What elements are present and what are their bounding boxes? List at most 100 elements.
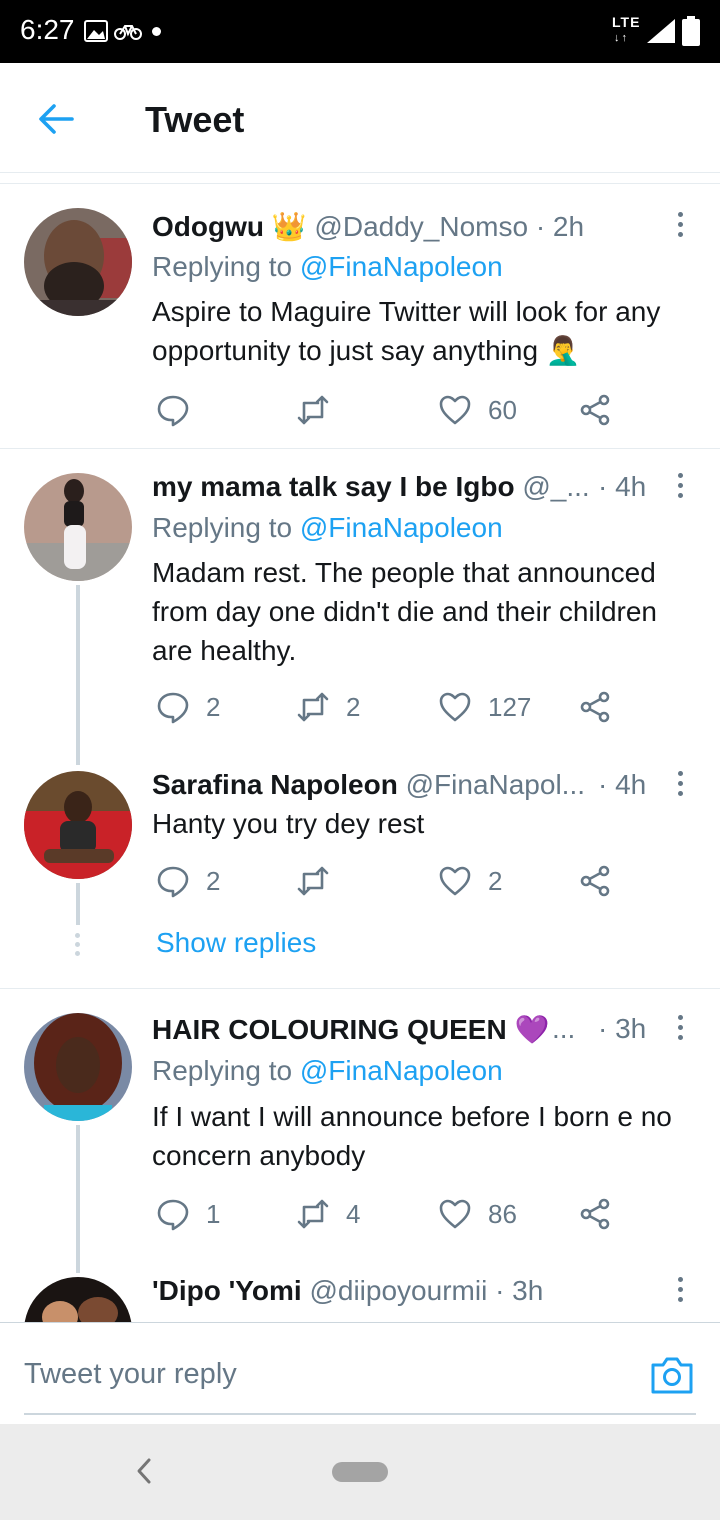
battery-icon — [682, 16, 700, 46]
conversation-thread: my mama talk say I be Igbo @_... · 4h Re… — [0, 449, 720, 988]
tweet-time: · 4h — [598, 471, 647, 502]
display-name[interactable]: HAIR COLOURING QUEEN — [152, 1014, 507, 1045]
avatar[interactable] — [24, 1277, 132, 1322]
more-icon[interactable] — [672, 210, 688, 240]
like-button[interactable]: 86 — [438, 1194, 517, 1234]
tweet-actions: 2 2 — [152, 861, 622, 901]
tweet-text: If I want I will announce before I born … — [152, 1101, 672, 1171]
back-arrow-icon[interactable] — [36, 99, 76, 139]
avatar[interactable] — [24, 208, 132, 316]
nav-back-icon[interactable] — [134, 1457, 154, 1485]
share-button[interactable] — [578, 1194, 612, 1234]
retweet-count: 2 — [346, 691, 361, 722]
thread-line — [76, 585, 80, 765]
tweet-header: Sarafina Napoleon @FinaNapol... — [152, 769, 608, 801]
share-button[interactable] — [578, 390, 612, 430]
reply-count: 1 — [206, 1198, 221, 1229]
retweet-icon — [297, 866, 329, 896]
tweet-text: Madam rest. The people that announced fr… — [152, 557, 657, 666]
user-handle[interactable]: @FinaNapol... — [406, 769, 585, 800]
like-icon — [439, 395, 471, 425]
replying-mention[interactable]: @FinaNapoleon — [300, 512, 503, 543]
display-name[interactable]: Sarafina Napoleon — [152, 769, 398, 800]
avatar[interactable] — [24, 771, 132, 879]
retweet-button[interactable] — [296, 390, 346, 430]
like-button[interactable]: 60 — [438, 390, 517, 430]
replying-to: Replying to @FinaNapoleon — [152, 512, 503, 544]
tweet-header: 'Dipo 'Yomi @diipoyourmii · 3h — [152, 1275, 664, 1307]
thread-line — [76, 883, 80, 925]
tweet-actions: 60 — [152, 390, 622, 430]
camera-icon[interactable] — [650, 1355, 694, 1395]
user-handle[interactable]: @diipoyourmii — [309, 1275, 487, 1306]
replying-prefix: Replying to — [152, 512, 293, 543]
user-handle[interactable]: ... — [552, 1013, 575, 1045]
share-icon — [580, 1198, 610, 1230]
display-name[interactable]: my mama talk say I be Igbo — [152, 471, 515, 502]
replying-mention[interactable]: @FinaNapoleon — [300, 1055, 503, 1086]
replying-prefix: Replying to — [152, 1055, 293, 1086]
tweet-odogwu[interactable]: Odogwu 👑 @Daddy_Nomso · 2h Replying to @… — [0, 184, 720, 448]
reply-button[interactable]: 2 — [156, 861, 220, 901]
tweet-time: · 2h — [535, 211, 585, 242]
like-button[interactable]: 127 — [438, 687, 531, 727]
purple-heart-emoji: 💜 — [514, 1014, 550, 1045]
tweet-header: my mama talk say I be Igbo @_... — [152, 471, 608, 503]
home-pill[interactable] — [332, 1462, 388, 1482]
notification-dot — [152, 27, 161, 36]
retweet-button[interactable] — [296, 861, 346, 901]
network-type: LTE — [612, 14, 641, 30]
replying-mention[interactable]: @FinaNapoleon — [300, 251, 503, 282]
user-handle[interactable]: @Daddy_Nomso — [314, 211, 528, 242]
replying-to: Replying to @FinaNapoleon — [152, 251, 503, 283]
reply-button[interactable]: 2 — [156, 687, 220, 727]
reply-button[interactable] — [156, 390, 206, 430]
like-button[interactable]: 2 — [438, 861, 502, 901]
tweet-time: · 3h — [495, 1275, 544, 1306]
user-handle[interactable]: @_... — [522, 471, 589, 502]
reply-icon — [157, 866, 189, 898]
replying-to: Replying to @FinaNapoleon — [152, 1055, 503, 1087]
share-icon — [580, 691, 610, 723]
share-button[interactable] — [578, 687, 612, 727]
display-name[interactable]: Odogwu — [152, 211, 264, 242]
retweet-button[interactable]: 4 — [296, 1194, 360, 1234]
reply-icon — [157, 395, 189, 427]
like-count: 86 — [488, 1198, 517, 1229]
share-icon — [580, 394, 610, 426]
reply-button[interactable]: 1 — [156, 1194, 220, 1234]
crown-emoji: 👑 — [271, 211, 307, 242]
like-count: 60 — [488, 394, 517, 425]
retweet-button[interactable]: 2 — [296, 687, 360, 727]
more-icon[interactable] — [672, 471, 688, 501]
avatar[interactable] — [24, 473, 132, 581]
share-button[interactable] — [578, 861, 612, 901]
tweet-actions: 1 4 86 — [152, 1194, 622, 1234]
tweet-time: · 4h — [598, 769, 647, 800]
reply-input-underline — [24, 1413, 696, 1415]
header-separator — [0, 174, 720, 184]
display-name[interactable]: 'Dipo 'Yomi — [152, 1275, 302, 1306]
tweet-actions: 2 2 127 — [152, 687, 622, 727]
more-icon[interactable] — [672, 1275, 688, 1305]
reply-count: 2 — [206, 691, 221, 722]
signal-icon — [647, 19, 675, 43]
network-arrows: ↓↑ — [614, 32, 629, 44]
tweet-text: Hanty you try dey rest — [152, 808, 425, 839]
avatar[interactable] — [24, 1013, 132, 1121]
retweet-count: 4 — [346, 1198, 361, 1229]
retweet-icon — [297, 692, 329, 722]
image-notification-icon — [84, 20, 108, 42]
show-replies-link[interactable]: Show replies — [156, 927, 316, 959]
tweet-text: Aspire to Maguire Twitter will look for … — [152, 296, 661, 366]
reply-input[interactable] — [24, 1351, 624, 1397]
reply-bar — [0, 1322, 720, 1424]
tweet-hair-queen[interactable]: HAIR COLOURING QUEEN 💜 ... · 3h Replying… — [0, 989, 720, 1322]
status-time: 6:27 — [20, 14, 75, 45]
bike-icon — [114, 25, 142, 40]
more-icon[interactable] — [672, 769, 688, 799]
share-icon — [580, 865, 610, 897]
reply-icon — [157, 692, 189, 724]
page-title: Tweet — [145, 99, 245, 140]
more-icon[interactable] — [672, 1013, 688, 1043]
